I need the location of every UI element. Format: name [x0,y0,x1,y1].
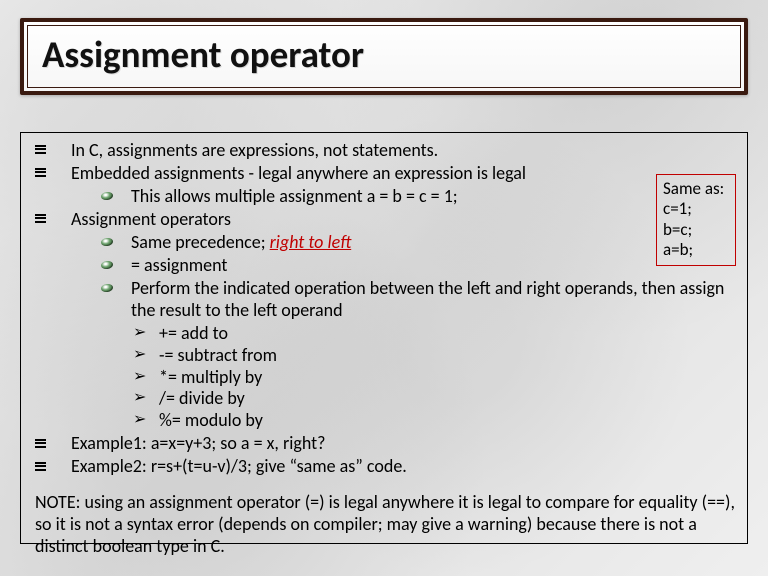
bars-icon [29,163,71,185]
leaf-icon [101,186,131,208]
bullet-lvl1: In C, assignments are expressions, not s… [29,140,739,162]
bullet-lvl3: ➢ %= modulo by [133,410,739,432]
callout-line: a=b; [663,240,729,260]
bullet-text: Perform the indicated operation between … [131,278,739,322]
callout-line: Same as: [663,179,729,199]
leaf-icon [101,255,131,277]
callout-line: b=c; [663,220,729,240]
bars-icon [29,140,71,162]
bars-icon [29,456,71,478]
bullet-text: Example1: a=x=y+3; so a = x, right? [71,433,739,455]
bullet-text: %= modulo by [159,410,739,432]
arrow-icon: ➢ [133,388,159,410]
emphasis-text: right to left [270,231,352,253]
same-as-callout: Same as: c=1; b=c; a=b; [656,174,736,266]
bullet-text: += add to [159,323,739,345]
bullet-text: Example2: r=s+(t=u-v)/3; give “same as” … [71,456,739,478]
bars-icon [29,433,71,455]
bullet-lvl2: Same precedence; right to left [101,232,739,254]
leaf-icon [101,232,131,254]
bullet-text: *= multiply by [159,367,739,389]
bullet-lvl1: Example2: r=s+(t=u-v)/3; give “same as” … [29,456,739,478]
leaf-icon [101,278,131,322]
arrow-icon: ➢ [133,410,159,432]
bullet-lvl2: = assignment [101,255,739,277]
bullet-text: /= divide by [159,388,739,410]
bullet-text: Same precedence; right to left [131,232,739,254]
bullet-lvl1: Embedded assignments - legal anywhere an… [29,163,739,185]
bullet-text: Assignment operators [71,209,739,231]
arrow-icon: ➢ [133,323,159,345]
bullet-lvl1: Assignment operators [29,209,739,231]
bullet-text: This allows multiple assignment a = b = … [131,186,739,208]
title-inner: Assignment operator [27,25,741,88]
note-text: NOTE: using an assignment operator (=) i… [29,492,739,558]
bullet-lvl2: Perform the indicated operation between … [101,278,739,322]
callout-line: c=1; [663,199,729,219]
text-prefix: Same precedence; [131,231,270,253]
bullet-lvl3: ➢ += add to [133,323,739,345]
content-box: In C, assignments are expressions, not s… [20,132,748,544]
bullet-lvl1: Example1: a=x=y+3; so a = x, right? [29,433,739,455]
arrow-icon: ➢ [133,367,159,389]
bullet-lvl3: ➢ -= subtract from [133,345,739,367]
bullet-text: In C, assignments are expressions, not s… [71,140,739,162]
bullet-lvl3: ➢ /= divide by [133,388,739,410]
bullet-lvl2: This allows multiple assignment a = b = … [101,186,739,208]
bullet-lvl3: ➢ *= multiply by [133,367,739,389]
bullet-text: -= subtract from [159,345,739,367]
bullet-text: = assignment [131,255,739,277]
bullet-text: Embedded assignments - legal anywhere an… [71,163,739,185]
arrow-icon: ➢ [133,345,159,367]
slide-title: Assignment operator [42,32,726,77]
bars-icon [29,209,71,231]
title-frame: Assignment operator [20,18,748,95]
